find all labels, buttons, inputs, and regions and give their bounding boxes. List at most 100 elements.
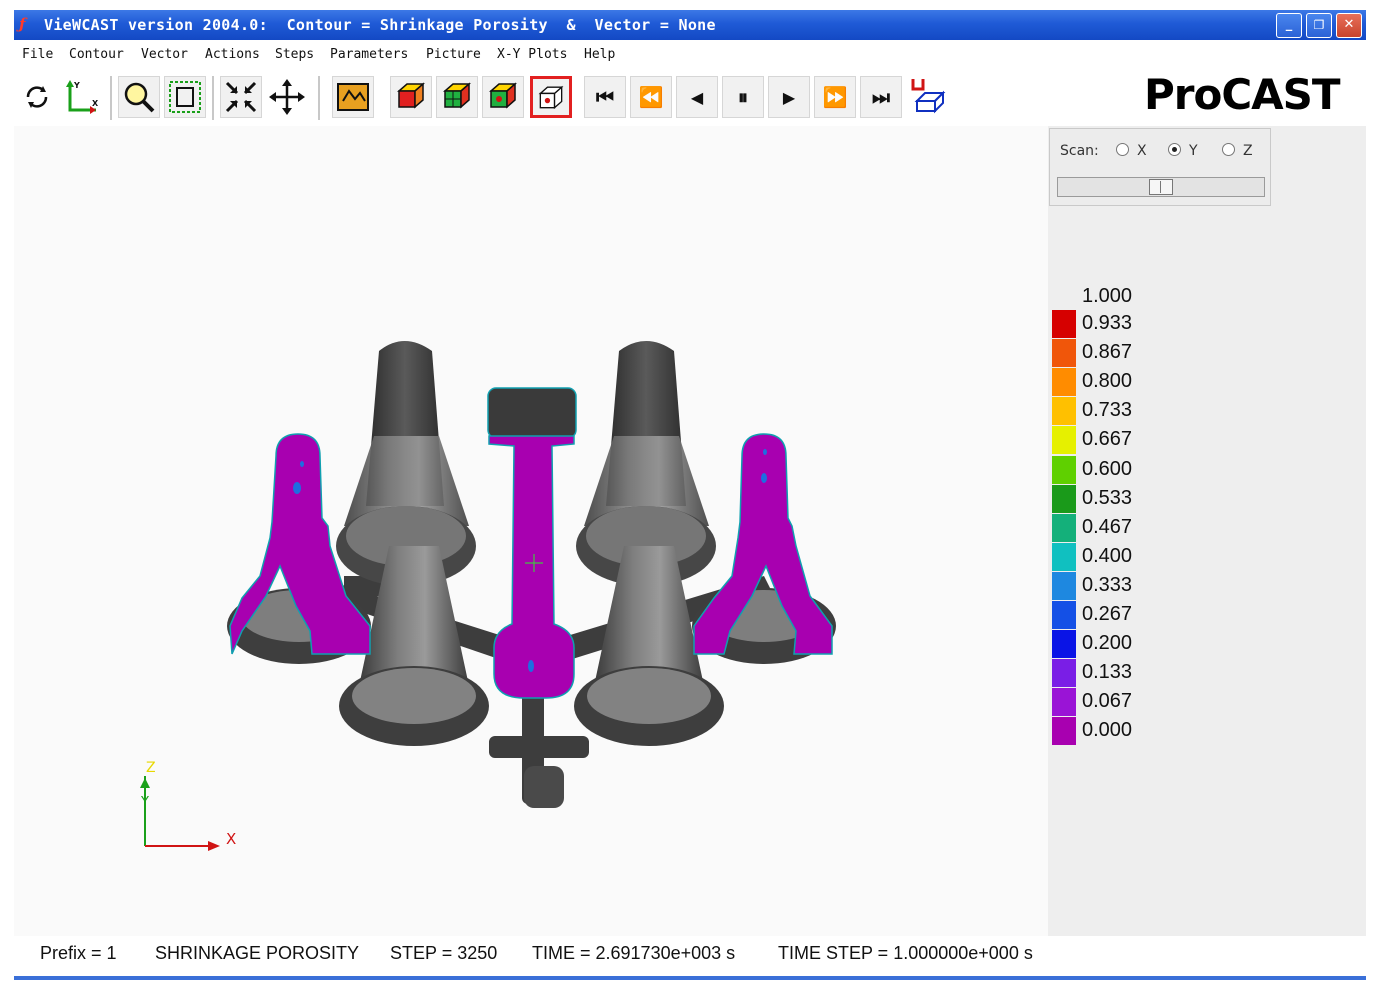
legend-swatch [1052, 310, 1076, 338]
toolbar-separator [318, 76, 320, 120]
svg-text:X: X [92, 99, 99, 108]
axis-z-label: Z [146, 760, 156, 776]
axis-triad: Z Y X [140, 760, 236, 851]
legend-label: 0.867 [1082, 341, 1133, 364]
legend-swatch [1052, 455, 1076, 484]
legend-swatch [1052, 339, 1076, 368]
porosity-section-center [487, 387, 577, 699]
menu-actions[interactable]: Actions [205, 47, 260, 62]
legend-swatch [1052, 513, 1076, 542]
toolbar-separator [110, 76, 112, 120]
minimize-button[interactable]: _ [1276, 13, 1302, 38]
app-icon: ƒ [19, 15, 26, 33]
pause-icon[interactable]: ⏸ [722, 76, 764, 118]
scan-y-label: Y [1189, 143, 1198, 159]
viewcast-window: ƒ VieWCAST version 2004.0: Contour = Shr… [14, 10, 1366, 982]
fit-icon[interactable] [220, 76, 262, 118]
scan-slider[interactable] [1057, 177, 1265, 197]
legend-swatch [1052, 630, 1076, 659]
part-mesh-icon[interactable] [436, 76, 478, 118]
legend-swatch [1052, 601, 1076, 629]
status-prefix: Prefix = 1 [40, 943, 117, 963]
legend-swatch [1052, 717, 1076, 746]
legend-swatch [1052, 659, 1076, 688]
first-step-icon[interactable]: ⏮ [584, 76, 626, 118]
pan-icon[interactable] [266, 76, 308, 118]
part-dot-icon[interactable] [482, 76, 524, 118]
legend-top-label: 1.000 [1082, 285, 1133, 307]
scan-z-label: Z [1243, 143, 1253, 159]
status-field: SHRINKAGE POROSITY [155, 943, 360, 963]
status-time: TIME = 2.691730e+003 s [532, 943, 736, 963]
radio-icon [1116, 143, 1129, 156]
legend-swatch [1052, 397, 1076, 426]
rotate-icon[interactable] [16, 76, 58, 118]
model-viewport[interactable]: Z Y X [14, 126, 1048, 936]
step-back-icon[interactable]: ◀ [676, 76, 718, 118]
legend-swatch [1052, 426, 1076, 455]
axis-x-label: X [226, 830, 236, 848]
procast-logo: ProCAST [1144, 70, 1341, 119]
scan-label: Scan: [1060, 143, 1099, 159]
legend-label: 0.667 [1082, 428, 1133, 451]
legend-swatch [1052, 368, 1076, 397]
scan-z-radio[interactable]: Z [1222, 143, 1253, 159]
menu-contour[interactable]: Contour [69, 47, 124, 62]
radio-selected-icon [1168, 143, 1181, 156]
legend-swatch [1052, 542, 1076, 571]
fast-forward-icon[interactable]: ⏩ [814, 76, 856, 118]
legend-swatch [1052, 688, 1076, 717]
legend-label: 0.600 [1082, 457, 1133, 480]
play-icon[interactable]: ▶ [768, 76, 810, 118]
cut-plane-icon[interactable] [530, 76, 572, 118]
menu-vector[interactable]: Vector [141, 47, 188, 62]
scan-y-radio[interactable]: Y [1168, 143, 1198, 159]
last-step-icon[interactable]: ⏭ [860, 76, 902, 118]
legend-label: 0.200 [1082, 632, 1133, 655]
mesh-icon[interactable] [332, 76, 374, 118]
menu-steps[interactable]: Steps [275, 47, 314, 62]
legend-label: 0.533 [1082, 486, 1133, 509]
legend-label: 0.467 [1082, 515, 1133, 538]
zoom-icon[interactable] [118, 76, 160, 118]
scan-slider-thumb[interactable] [1149, 179, 1173, 195]
menu-picture[interactable]: Picture [426, 47, 481, 62]
legend-label: 0.800 [1082, 370, 1133, 393]
menu-bar: File Contour Vector Actions Steps Parame… [14, 42, 1366, 68]
toolbar-separator [212, 76, 214, 120]
legend-label: 0.733 [1082, 399, 1133, 422]
window-title: VieWCAST version 2004.0: Contour = Shrin… [44, 16, 716, 34]
save-picture-icon[interactable] [908, 76, 950, 118]
restore-button[interactable]: ❐ [1306, 13, 1332, 38]
zoom-box-icon[interactable] [164, 76, 206, 118]
scan-x-label: X [1137, 143, 1147, 159]
scan-x-radio[interactable]: X [1116, 143, 1147, 159]
legend-swatch [1052, 484, 1076, 513]
part-icon[interactable] [390, 76, 432, 118]
menu-parameters[interactable]: Parameters [330, 47, 408, 62]
menu-help[interactable]: Help [584, 47, 615, 62]
status-bar: Prefix = 1 SHRINKAGE POROSITY STEP = 325… [14, 936, 1366, 972]
legend-label: 0.267 [1082, 603, 1133, 625]
rewind-icon[interactable]: ⏪ [630, 76, 672, 118]
svg-text:Y: Y [73, 81, 80, 90]
status-step: STEP = 3250 [390, 943, 498, 963]
menu-xy-plots[interactable]: X-Y Plots [497, 47, 567, 62]
scan-control: Scan: X Y Z [1049, 128, 1271, 206]
status-time-step: TIME STEP = 1.000000e+000 s [778, 943, 1033, 963]
window-bottom-border [14, 976, 1366, 980]
radio-icon [1222, 143, 1235, 156]
legend-label: 0.000 [1082, 719, 1133, 742]
menu-file[interactable]: File [22, 47, 53, 62]
legend-label: 0.067 [1082, 690, 1133, 713]
legend-label: 0.133 [1082, 661, 1133, 684]
axis-y-label: Y [140, 795, 149, 810]
color-legend: 1.000 0.933 0.867 0.800 0.733 0.667 0.600 0.53… [1052, 285, 1172, 755]
legend-label: 0.333 [1082, 573, 1133, 596]
close-button[interactable]: ✕ [1336, 13, 1362, 38]
legend-swatch [1052, 571, 1076, 600]
axes-icon[interactable]: YX [60, 76, 102, 118]
porosity-spot [528, 660, 534, 672]
casting-model-render: Z Y X [140, 341, 836, 851]
title-bar[interactable]: ƒ VieWCAST version 2004.0: Contour = Shr… [14, 10, 1366, 40]
